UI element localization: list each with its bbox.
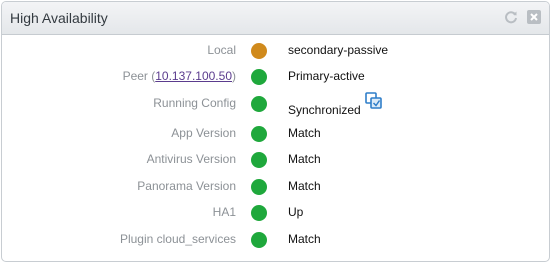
ha-row-running-config: Running Config Synchronized bbox=[2, 92, 549, 117]
row-label: Plugin cloud_services bbox=[119, 232, 236, 246]
status-indicator bbox=[251, 69, 267, 85]
sync-config-icon[interactable] bbox=[365, 92, 383, 110]
ha-row-peer: Peer (10.137.100.50) Primary-active bbox=[2, 67, 549, 87]
row-label: Peer (10.137.100.50) bbox=[123, 69, 236, 83]
ha-row-ha1: HA1 Up bbox=[2, 203, 549, 223]
row-label: HA1 bbox=[212, 205, 236, 219]
ha-row-app-version: App Version Match bbox=[2, 124, 549, 144]
ha-row-panorama-version: Panorama Version Match bbox=[2, 177, 549, 197]
row-label: Running Config bbox=[153, 96, 236, 110]
close-icon[interactable] bbox=[527, 10, 541, 24]
status-indicator bbox=[251, 152, 267, 168]
ha-row-plugin-cloud-services: Plugin cloud_services Match bbox=[2, 230, 549, 250]
refresh-icon[interactable] bbox=[504, 10, 518, 24]
row-value: secondary-passive bbox=[288, 43, 389, 57]
row-value: Primary-active bbox=[288, 69, 365, 83]
row-value: Match bbox=[288, 152, 321, 166]
status-indicator bbox=[251, 232, 267, 248]
status-indicator bbox=[251, 126, 267, 142]
status-indicator bbox=[251, 43, 267, 59]
row-value: Match bbox=[288, 179, 321, 193]
row-label: Local bbox=[207, 43, 236, 57]
row-label: App Version bbox=[171, 126, 236, 140]
row-value: Synchronized bbox=[288, 103, 361, 117]
status-indicator bbox=[251, 205, 267, 221]
row-value: Match bbox=[288, 126, 321, 140]
widget-title: High Availability bbox=[10, 10, 108, 26]
row-value: Match bbox=[288, 232, 321, 246]
row-label-prefix: Peer ( bbox=[122, 69, 156, 83]
row-value: Up bbox=[288, 205, 304, 219]
ha-row-local: Local secondary-passive bbox=[2, 41, 549, 61]
ha-row-antivirus-version: Antivirus Version Match bbox=[2, 150, 549, 170]
widget-header: High Availability bbox=[2, 2, 549, 35]
row-label-suffix: ) bbox=[232, 69, 236, 83]
status-indicator bbox=[251, 96, 267, 112]
row-label: Antivirus Version bbox=[146, 152, 236, 166]
peer-ip-link[interactable]: 10.137.100.50 bbox=[155, 69, 232, 83]
high-availability-widget: High Availability Local secondary-passiv… bbox=[1, 1, 550, 262]
row-label: Panorama Version bbox=[137, 179, 236, 193]
status-indicator bbox=[251, 179, 267, 195]
